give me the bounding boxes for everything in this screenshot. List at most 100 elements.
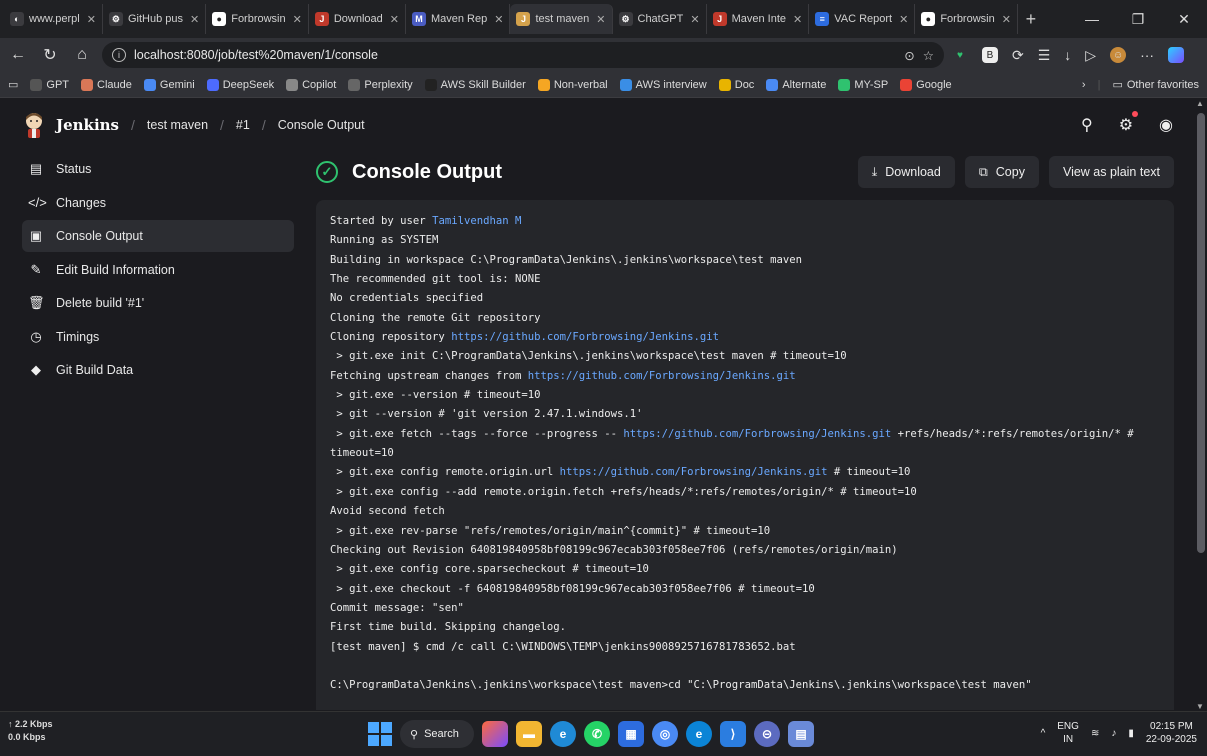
browser-tab[interactable]: J Download ✕ bbox=[309, 4, 406, 34]
favorite-link[interactable]: Perplexity bbox=[348, 78, 413, 91]
favorite-link[interactable]: Alternate bbox=[766, 78, 826, 91]
share-icon[interactable]: ▷ bbox=[1085, 47, 1096, 64]
favorite-link[interactable]: Gemini bbox=[143, 78, 195, 91]
back-icon[interactable]: ← bbox=[6, 46, 30, 64]
tab-close-icon[interactable]: ✕ bbox=[494, 13, 503, 26]
tab-close-icon[interactable]: ✕ bbox=[87, 13, 96, 26]
tab-close-icon[interactable]: ✕ bbox=[390, 13, 399, 26]
new-tab-button[interactable]: + bbox=[1018, 9, 1044, 30]
reload-icon[interactable]: ↻ bbox=[38, 45, 62, 65]
copilot-app-icon[interactable] bbox=[482, 721, 508, 747]
favorite-link[interactable]: Non-verbal bbox=[537, 78, 608, 91]
chrome-icon[interactable]: ◎ bbox=[652, 721, 678, 747]
sidebar-item[interactable]: ◷ Timings bbox=[22, 321, 294, 353]
view-plain-text-button[interactable]: View as plain text bbox=[1048, 156, 1174, 188]
tab-close-icon[interactable]: ✕ bbox=[1002, 13, 1011, 26]
browser-tab[interactable]: ● Forbrowsin ✕ bbox=[915, 4, 1018, 34]
downloads-icon[interactable]: ↓ bbox=[1064, 47, 1071, 63]
app-icon[interactable]: ⊝ bbox=[754, 721, 780, 747]
jenkins-brand[interactable]: Jenkins bbox=[56, 116, 119, 134]
favorite-link[interactable]: AWS interview bbox=[619, 78, 707, 91]
browser-tab[interactable]: J Maven Inte ✕ bbox=[707, 4, 810, 34]
close-window-icon[interactable]: ✕ bbox=[1161, 0, 1207, 38]
breadcrumb-console[interactable]: Console Output bbox=[278, 118, 365, 132]
scrollbar-thumb[interactable] bbox=[1197, 113, 1205, 553]
browser-tab[interactable]: M Maven Rep ✕ bbox=[406, 4, 511, 34]
favorites-overflow-icon[interactable]: › bbox=[1082, 79, 1086, 91]
windows-start-icon[interactable] bbox=[368, 722, 392, 746]
url-field[interactable]: i localhost:8080/job/test%20maven/1/cons… bbox=[102, 42, 944, 68]
tab-close-icon[interactable]: ✕ bbox=[690, 13, 699, 26]
shield-extension-icon[interactable]: ♥ bbox=[952, 47, 968, 63]
home-icon[interactable]: ⌂ bbox=[70, 46, 94, 64]
favorite-link[interactable]: Claude bbox=[81, 78, 132, 91]
browser-tab[interactable]: ◐ www.perpl ✕ bbox=[4, 4, 103, 34]
favorite-link[interactable]: GPT bbox=[30, 78, 69, 91]
language-indicator[interactable]: ENG IN bbox=[1057, 720, 1079, 746]
vscode-icon[interactable]: ⟩ bbox=[720, 721, 746, 747]
tray-overflow-icon[interactable]: ^ bbox=[1041, 728, 1046, 739]
minimize-icon[interactable]: — bbox=[1069, 0, 1115, 38]
favorite-star-icon[interactable]: ☆ bbox=[923, 48, 934, 63]
whatsapp-icon[interactable]: ✆ bbox=[584, 721, 610, 747]
browser-tab[interactable]: Jtest maven ✕ bbox=[510, 4, 613, 34]
favorite-link[interactable]: Copilot bbox=[286, 78, 336, 91]
tab-close-icon[interactable]: ✕ bbox=[190, 13, 199, 26]
jenkins-logo-icon[interactable] bbox=[22, 111, 46, 139]
favorite-link[interactable]: Doc bbox=[718, 78, 754, 91]
console-link[interactable]: https://github.com/Forbrowsing/Jenkins.g… bbox=[560, 466, 828, 478]
file-explorer-icon[interactable]: ▬ bbox=[516, 721, 542, 747]
download-button[interactable]: ⤓ Download bbox=[857, 156, 955, 188]
copy-button[interactable]: ⧉ Copy bbox=[964, 156, 1039, 188]
b-extension-icon[interactable]: B bbox=[982, 47, 998, 63]
console-link[interactable]: https://github.com/Forbrowsing/Jenkins.g… bbox=[451, 331, 719, 343]
favorite-link[interactable]: Google bbox=[900, 78, 952, 91]
breadcrumb-job[interactable]: test maven bbox=[147, 118, 208, 132]
extensions-puzzle-icon[interactable]: ⟳ bbox=[1012, 47, 1024, 64]
search-icon[interactable]: ⚲ bbox=[1081, 115, 1093, 135]
sidebar-item[interactable]: ◆ Git Build Data bbox=[22, 354, 294, 386]
browser-tab[interactable]: ● Forbrowsin ✕ bbox=[206, 4, 309, 34]
tab-close-icon[interactable]: ✕ bbox=[596, 13, 605, 26]
edge-app-icon[interactable]: e bbox=[550, 721, 576, 747]
site-info-icon[interactable]: i bbox=[112, 48, 126, 62]
console-link[interactable]: https://github.com/Forbrowsing/Jenkins.g… bbox=[623, 428, 891, 440]
favorite-link[interactable]: AWS Skill Builder bbox=[424, 78, 526, 91]
console-link[interactable]: Tamilvendhan M bbox=[432, 215, 521, 227]
taskbar-search[interactable]: ⚲ Search bbox=[400, 720, 474, 748]
console-output-panel[interactable]: Started by user Tamilvendhan M Running as… bbox=[316, 200, 1174, 710]
notes-app-icon[interactable]: ▤ bbox=[788, 721, 814, 747]
sidebar-item[interactable]: 🗑 Delete build '#1' bbox=[22, 287, 294, 319]
tab-close-icon[interactable]: ✕ bbox=[293, 13, 302, 26]
sidebar-item[interactable]: ▤ Status bbox=[22, 153, 294, 185]
browser-tab[interactable]: ≡ VAC Report ✕ bbox=[809, 4, 916, 34]
tab-close-icon[interactable]: ✕ bbox=[793, 13, 802, 26]
volume-icon[interactable]: ♪ bbox=[1111, 728, 1116, 739]
user-account-icon[interactable]: ◉ bbox=[1159, 115, 1173, 135]
page-scrollbar[interactable]: ▲ ▼ bbox=[1195, 99, 1207, 711]
manage-gear-icon[interactable]: ⚙ bbox=[1119, 111, 1139, 135]
favorite-link[interactable]: MY-SP bbox=[838, 78, 888, 91]
scroll-up-icon[interactable]: ▲ bbox=[1196, 99, 1204, 108]
sidebar-item[interactable]: ▣ Console Output bbox=[22, 220, 294, 252]
clock[interactable]: 02:15 PM 22-09-2025 bbox=[1146, 720, 1197, 746]
sidebar-item[interactable]: </> Changes bbox=[22, 187, 294, 219]
restore-icon[interactable]: ❐ bbox=[1115, 0, 1161, 38]
sidebar-item[interactable]: ✎ Edit Build Information bbox=[22, 254, 294, 286]
favorite-link[interactable]: DeepSeek bbox=[206, 78, 274, 91]
reader-icon[interactable]: ⊙ bbox=[904, 48, 914, 63]
browser-tab[interactable]: ⚙ GitHub pus ✕ bbox=[103, 4, 207, 34]
sidebar-toggle-icon[interactable]: ▭ bbox=[8, 78, 18, 91]
console-link[interactable]: https://github.com/Forbrowsing/Jenkins.g… bbox=[528, 370, 796, 382]
favorites-list-icon[interactable]: ☰ bbox=[1038, 47, 1051, 64]
other-favorites-folder[interactable]: ▭ Other favorites bbox=[1112, 78, 1199, 92]
profile-avatar-icon[interactable]: ☺ bbox=[1110, 47, 1127, 63]
wifi-icon[interactable]: ≋ bbox=[1091, 728, 1099, 739]
browser-tab[interactable]: ⚙ ChatGPT ✕ bbox=[613, 4, 707, 34]
copilot-icon[interactable] bbox=[1168, 47, 1185, 63]
edge-profile-icon[interactable]: e bbox=[686, 721, 712, 747]
more-menu-icon[interactable]: ··· bbox=[1140, 47, 1154, 63]
battery-icon[interactable]: ▮ bbox=[1128, 728, 1134, 739]
breadcrumb-build[interactable]: #1 bbox=[236, 118, 250, 132]
tab-close-icon[interactable]: ✕ bbox=[899, 13, 908, 26]
